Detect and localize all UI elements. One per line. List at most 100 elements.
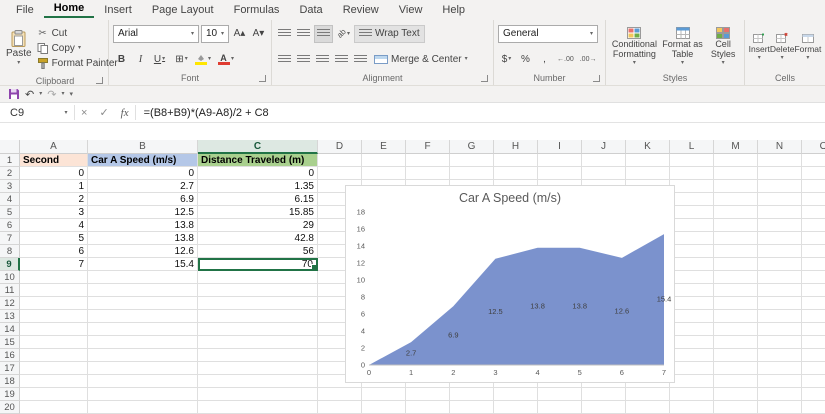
row-header-19[interactable]: 19 — [0, 388, 20, 401]
cell-O6[interactable] — [802, 219, 825, 232]
cell-O19[interactable] — [802, 388, 825, 401]
cell-D20[interactable] — [318, 401, 362, 414]
row-header-3[interactable]: 3 — [0, 180, 20, 193]
row-header-7[interactable]: 7 — [0, 232, 20, 245]
cell-B7[interactable]: 13.8 — [88, 232, 198, 245]
cell-H19[interactable] — [494, 388, 538, 401]
cell-C19[interactable] — [198, 388, 318, 401]
cell-L7[interactable] — [670, 232, 714, 245]
cell-A3[interactable]: 1 — [20, 180, 88, 193]
cell-O18[interactable] — [802, 375, 825, 388]
cell-N4[interactable] — [758, 193, 802, 206]
comma-style-button[interactable]: , — [536, 50, 553, 68]
cell-C6[interactable]: 29 — [198, 219, 318, 232]
tab-view[interactable]: View — [389, 2, 433, 18]
cell-O20[interactable] — [802, 401, 825, 414]
cell-M10[interactable] — [714, 271, 758, 284]
cell-H2[interactable] — [494, 167, 538, 180]
cell-N17[interactable] — [758, 362, 802, 375]
cell-I20[interactable] — [538, 401, 582, 414]
tab-home[interactable]: Home — [44, 0, 95, 18]
column-header-C[interactable]: C — [198, 140, 318, 154]
cell-K20[interactable] — [626, 401, 670, 414]
cell-N15[interactable] — [758, 336, 802, 349]
font-color-button[interactable]: A▾ — [215, 50, 236, 68]
cell-L2[interactable] — [670, 167, 714, 180]
column-header-A[interactable]: A — [20, 140, 88, 154]
cell-A8[interactable]: 6 — [20, 245, 88, 258]
chevron-down-icon[interactable]: ▾ — [39, 91, 42, 97]
cell-J19[interactable] — [582, 388, 626, 401]
cell-N11[interactable] — [758, 284, 802, 297]
cell-B4[interactable]: 6.9 — [88, 193, 198, 206]
name-box[interactable]: C9 — [0, 103, 58, 122]
cell-M8[interactable] — [714, 245, 758, 258]
cell-L16[interactable] — [670, 349, 714, 362]
row-header-9[interactable]: 9 — [0, 258, 20, 271]
cell-O2[interactable] — [802, 167, 825, 180]
cell-A15[interactable] — [20, 336, 88, 349]
cell-C17[interactable] — [198, 362, 318, 375]
cell-N16[interactable] — [758, 349, 802, 362]
tab-review[interactable]: Review — [333, 2, 389, 18]
cell-B20[interactable] — [88, 401, 198, 414]
clipboard-dialog-launcher[interactable] — [96, 77, 103, 84]
cell-N18[interactable] — [758, 375, 802, 388]
cell-O11[interactable] — [802, 284, 825, 297]
cell-A5[interactable]: 3 — [20, 206, 88, 219]
cell-F2[interactable] — [406, 167, 450, 180]
cell-N10[interactable] — [758, 271, 802, 284]
cell-M19[interactable] — [714, 388, 758, 401]
cell-M2[interactable] — [714, 167, 758, 180]
cell-B10[interactable] — [88, 271, 198, 284]
cell-A9[interactable]: 7 — [20, 258, 88, 271]
cell-O8[interactable] — [802, 245, 825, 258]
paste-button[interactable]: Paste ▾ — [6, 21, 32, 75]
cut-button[interactable]: ✂Cut — [35, 26, 120, 40]
grow-font-button[interactable]: A▴ — [231, 25, 248, 43]
tab-help[interactable]: Help — [432, 2, 475, 18]
cell-J2[interactable] — [582, 167, 626, 180]
cell-M7[interactable] — [714, 232, 758, 245]
increase-decimal-button[interactable]: ←.00 — [555, 50, 576, 68]
cell-J1[interactable] — [582, 154, 626, 167]
alignment-dialog-launcher[interactable] — [481, 75, 488, 82]
align-right-button[interactable] — [314, 50, 331, 68]
cell-C8[interactable]: 56 — [198, 245, 318, 258]
cell-F20[interactable] — [406, 401, 450, 414]
cell-M16[interactable] — [714, 349, 758, 362]
accounting-format-button[interactable]: $▾ — [498, 50, 515, 68]
save-icon[interactable] — [8, 88, 20, 100]
row-header-16[interactable]: 16 — [0, 349, 20, 362]
cell-G2[interactable] — [450, 167, 494, 180]
tab-formulas[interactable]: Formulas — [224, 2, 290, 18]
row-header-14[interactable]: 14 — [0, 323, 20, 336]
enter-icon[interactable]: ✓ — [93, 103, 114, 122]
cell-E2[interactable] — [362, 167, 406, 180]
cell-A4[interactable]: 2 — [20, 193, 88, 206]
format-as-table-button[interactable]: Format as Table ▾ — [662, 26, 703, 68]
cell-B2[interactable]: 0 — [88, 167, 198, 180]
cell-B8[interactable]: 12.6 — [88, 245, 198, 258]
cell-A20[interactable] — [20, 401, 88, 414]
chevron-down-icon[interactable]: ▾ — [61, 91, 64, 97]
orientation-button[interactable]: ab▾ — [335, 25, 352, 43]
insert-function-button[interactable]: fx — [115, 103, 135, 122]
cell-E19[interactable] — [362, 388, 406, 401]
cell-O10[interactable] — [802, 271, 825, 284]
cell-E20[interactable] — [362, 401, 406, 414]
cell-O5[interactable] — [802, 206, 825, 219]
cell-A1[interactable]: Second — [20, 154, 88, 167]
cell-N7[interactable] — [758, 232, 802, 245]
row-header-18[interactable]: 18 — [0, 375, 20, 388]
row-header-12[interactable]: 12 — [0, 297, 20, 310]
cell-B15[interactable] — [88, 336, 198, 349]
tab-file[interactable]: File — [6, 2, 44, 18]
column-header-I[interactable]: I — [538, 140, 582, 154]
cell-N2[interactable] — [758, 167, 802, 180]
cell-O4[interactable] — [802, 193, 825, 206]
cell-N14[interactable] — [758, 323, 802, 336]
cell-L4[interactable] — [670, 193, 714, 206]
cell-N12[interactable] — [758, 297, 802, 310]
tab-insert[interactable]: Insert — [94, 2, 142, 18]
